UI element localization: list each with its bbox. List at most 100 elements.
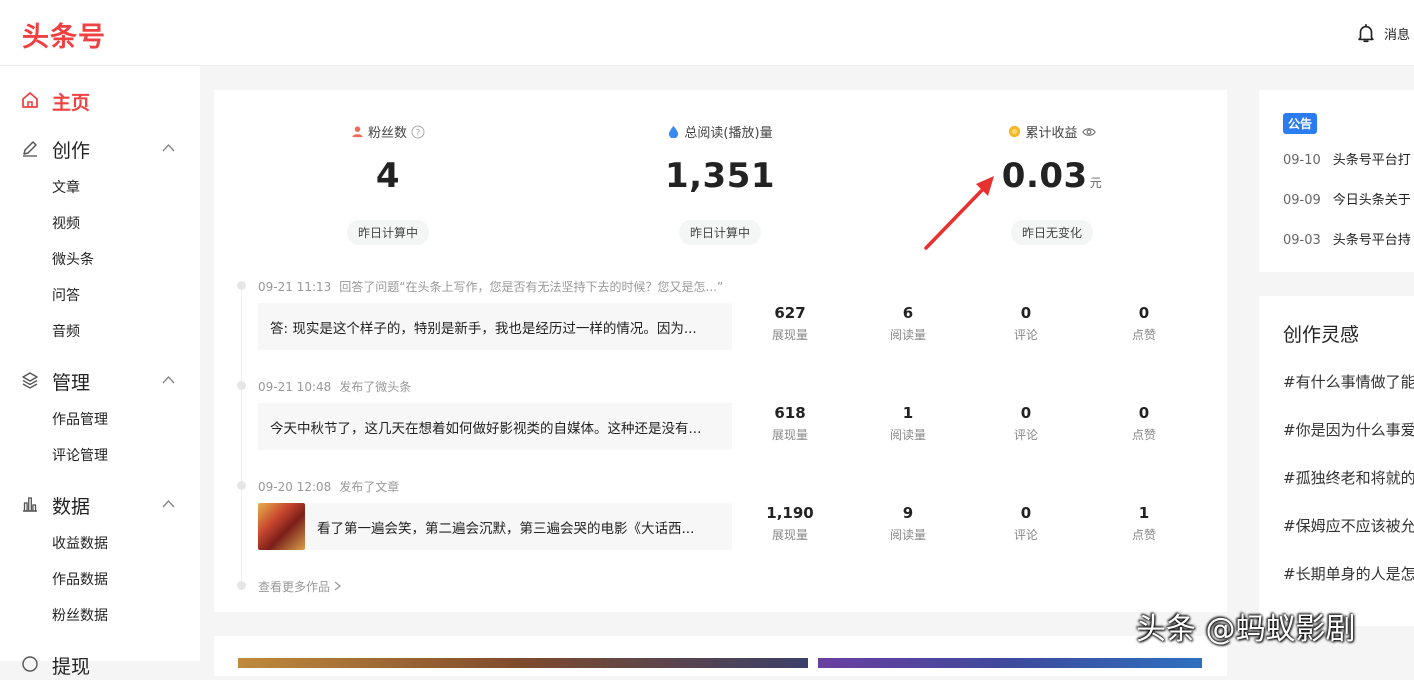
stat-label: 累计收益: [1025, 126, 1078, 141]
stat-badge: 昨日计算中: [678, 220, 762, 245]
notice-tag: 公告: [1283, 113, 1318, 134]
metric-impressions: 1,190 展现量: [750, 504, 830, 543]
article-thumbnail[interactable]: [258, 503, 305, 550]
layers-icon: [22, 372, 38, 389]
svg-text:?: ?: [416, 128, 421, 138]
stat-label-row: 总阅读(播放)量: [610, 122, 830, 141]
sidebar-group-manage[interactable]: 管理: [0, 364, 200, 396]
banner-image[interactable]: [818, 658, 1202, 668]
annotation-arrow: [924, 176, 994, 250]
pencil-icon: [23, 141, 37, 157]
metric-value: 618: [774, 404, 806, 422]
inspiration-topic[interactable]: #长期单身的人是怎: [1283, 563, 1414, 584]
inspiration-topic[interactable]: #你是因为什么事爱: [1283, 419, 1414, 440]
chevron-up-icon[interactable]: [162, 375, 175, 384]
app-logo[interactable]: 头条号: [22, 15, 106, 54]
metric-value: 627: [774, 304, 806, 322]
notice-date: 09-03: [1283, 233, 1321, 248]
stat-label-row: 粉丝数 ?: [278, 122, 498, 141]
metric-label: 点赞: [1131, 528, 1156, 542]
feed-title[interactable]: “在头条上写作，您是否有无法坚持下去的时候？您又是怎...”: [399, 280, 723, 294]
home-icon: [22, 92, 38, 108]
metric-label: 阅读量: [889, 528, 926, 542]
metric-comments: 0 评论: [986, 504, 1066, 543]
sidebar: 主页 创作 文章 视频 微头条 问答 音频 管理 作品管理 评论管理 数据 收益: [0, 66, 200, 678]
chevron-up-icon[interactable]: [162, 143, 175, 152]
coin-icon: [1009, 125, 1021, 138]
timeline-dot: [237, 581, 246, 590]
notice-item[interactable]: 09-09 今日头条关于: [1283, 189, 1411, 208]
metric-value: 0: [1138, 304, 1150, 322]
sidebar-item-label: 主页: [52, 92, 91, 114]
metric-value: 1,190: [766, 504, 814, 522]
notice-item[interactable]: 09-03 头条号平台持: [1283, 229, 1411, 248]
income-unit: 元: [1089, 176, 1103, 190]
sidebar-group-label: 创作: [52, 140, 91, 162]
drop-icon: [669, 125, 679, 138]
metric-impressions: 618 展现量: [750, 404, 830, 443]
view-more-label: 查看更多作品: [258, 580, 331, 594]
banner-image[interactable]: [238, 658, 808, 668]
notice-text: 头条号平台持: [1332, 233, 1411, 248]
messages-button[interactable]: 消息: [1355, 22, 1410, 44]
metric-impressions: 627 展现量: [750, 304, 830, 343]
feed-action: 回答了问题: [339, 280, 400, 294]
chevron-up-icon[interactable]: [162, 499, 175, 508]
sidebar-item-video[interactable]: 视频: [52, 213, 80, 233]
question-icon[interactable]: ?: [411, 125, 425, 139]
sidebar-item-micro[interactable]: 微头条: [52, 249, 94, 269]
inspiration-topic[interactable]: #保姆应不应该被允: [1283, 515, 1414, 536]
metric-label: 评论: [1013, 528, 1038, 542]
sidebar-group-withdraw[interactable]: 提现: [0, 648, 200, 680]
sidebar-item-audio[interactable]: 音频: [52, 321, 80, 341]
feed-text: 今天中秋节了，这几天在想着如何做好影视类的自媒体。这种还是没有...: [270, 420, 702, 437]
feed-meta: 09-21 11:13 回答了问题“在头条上写作，您是否有无法坚持下去的时候？您又…: [258, 278, 731, 295]
feed-meta: 09-20 12:08 发布了文章: [258, 478, 407, 495]
metric-likes: 0 点赞: [1104, 404, 1184, 443]
inspiration-card: 创作灵感 #有什么事情做了能 #你是因为什么事爱 #孤独终老和将就的 #保姆应不…: [1259, 296, 1414, 626]
sidebar-item-article[interactable]: 文章: [52, 177, 80, 197]
metric-reads: 1 阅读量: [868, 404, 948, 443]
sidebar-item-home[interactable]: 主页: [0, 84, 200, 116]
inspiration-topic[interactable]: #有什么事情做了能: [1283, 371, 1414, 392]
sidebar-group-create[interactable]: 创作: [0, 132, 200, 164]
feed-action: 发布了文章: [339, 480, 400, 494]
sidebar-group-data[interactable]: 数据: [0, 488, 200, 520]
feed-item-box[interactable]: 今天中秋节了，这几天在想着如何做好影视类的自媒体。这种还是没有...: [258, 403, 732, 450]
wallet-icon: [22, 656, 38, 672]
metric-value: 9: [902, 504, 914, 522]
metric-value: 1: [1138, 504, 1150, 522]
sidebar-group-label: 提现: [52, 656, 91, 678]
metric-label: 阅读量: [889, 328, 926, 342]
sidebar-item-qa[interactable]: 问答: [52, 285, 80, 305]
feed-item-box[interactable]: 看了第一遍会笑，第二遍会沉默，第三遍会哭的电影《大话西...: [258, 503, 732, 550]
metric-label: 点赞: [1131, 328, 1156, 342]
feed-time: 09-21 11:13: [258, 280, 332, 294]
stat-badge: 昨日计算中: [346, 220, 430, 245]
eye-icon[interactable]: [1081, 126, 1096, 138]
notice-text: 头条号平台打: [1332, 153, 1411, 168]
feed-item-box[interactable]: 答: 现实是这个样子的，特别是新手，我也是经历过一样的情况。因为...: [258, 303, 732, 350]
timeline-dot: [237, 481, 246, 490]
notice-item[interactable]: 09-10 头条号平台打: [1283, 149, 1411, 168]
timeline-line: [241, 286, 242, 586]
metric-label: 阅读量: [889, 428, 926, 442]
inspiration-topic[interactable]: #孤独终老和将就的: [1283, 467, 1414, 488]
sidebar-group-label: 管理: [52, 372, 91, 394]
stat-label: 总阅读(播放)量: [684, 126, 773, 141]
stat-label: 粉丝数: [367, 126, 407, 141]
sidebar-item-comments[interactable]: 评论管理: [52, 445, 108, 465]
sidebar-item-income-data[interactable]: 收益数据: [52, 533, 108, 553]
metric-comments: 0 评论: [986, 304, 1066, 343]
view-more-link[interactable]: 查看更多作品: [258, 578, 341, 595]
timeline-dot: [237, 281, 246, 290]
sidebar-item-works-data[interactable]: 作品数据: [52, 569, 108, 589]
sidebar-item-fans-data[interactable]: 粉丝数据: [52, 605, 108, 625]
feed-time: 09-20 12:08: [258, 480, 332, 494]
income-value: 0.03: [1001, 156, 1088, 196]
metric-label: 评论: [1013, 428, 1038, 442]
timeline-dot: [237, 381, 246, 390]
metric-label: 展现量: [771, 328, 808, 342]
sidebar-item-works[interactable]: 作品管理: [52, 409, 108, 429]
feed-text: 答: 现实是这个样子的，特别是新手，我也是经历过一样的情况。因为...: [270, 320, 697, 337]
